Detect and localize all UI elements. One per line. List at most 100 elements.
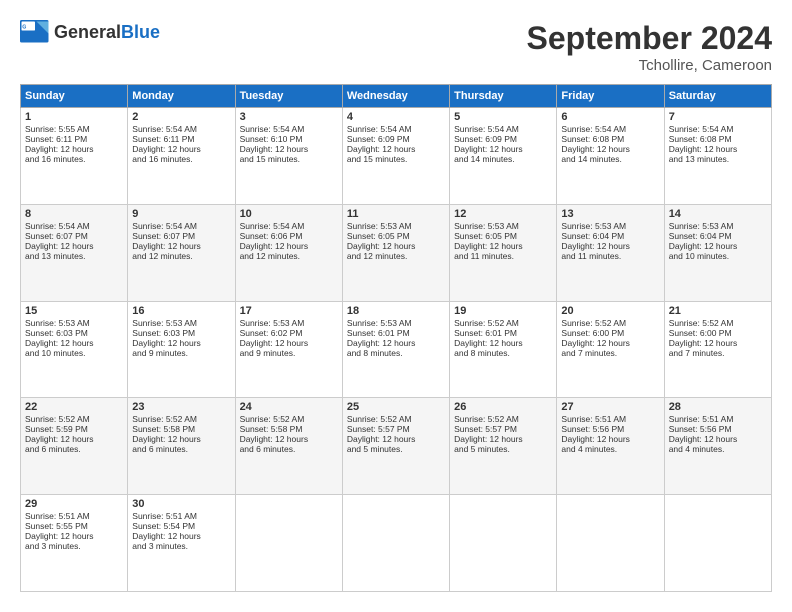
day-number: 9 — [132, 208, 230, 220]
day-info-line: Sunset: 6:10 PM — [240, 134, 338, 144]
day-number: 18 — [347, 305, 445, 317]
day-info-line: and 7 minutes. — [561, 348, 659, 358]
day-info-line: and 4 minutes. — [561, 444, 659, 454]
day-number: 16 — [132, 305, 230, 317]
day-info-line: Sunset: 6:02 PM — [240, 328, 338, 338]
day-info-line: Sunset: 6:06 PM — [240, 231, 338, 241]
day-info-line: and 5 minutes. — [454, 444, 552, 454]
day-header-saturday: Saturday — [664, 85, 771, 108]
day-info-line: Sunset: 6:00 PM — [669, 328, 767, 338]
day-info-line: Daylight: 12 hours — [347, 434, 445, 444]
logo-text: GeneralBlue — [54, 22, 160, 43]
day-info-line: Sunset: 6:05 PM — [454, 231, 552, 241]
day-info-line: Daylight: 12 hours — [25, 144, 123, 154]
day-info-line: Sunrise: 5:52 AM — [561, 318, 659, 328]
day-info-line: and 8 minutes. — [347, 348, 445, 358]
calendar-cell: 21Sunrise: 5:52 AMSunset: 6:00 PMDayligh… — [664, 301, 771, 398]
day-number: 17 — [240, 305, 338, 317]
day-info-line: and 6 minutes. — [132, 444, 230, 454]
logo-icon: G — [20, 20, 50, 44]
calendar-cell: 19Sunrise: 5:52 AMSunset: 6:01 PMDayligh… — [450, 301, 557, 398]
day-info-line: Daylight: 12 hours — [25, 241, 123, 251]
calendar-cell — [342, 495, 449, 592]
day-info-line: Daylight: 12 hours — [25, 531, 123, 541]
calendar-cell — [450, 495, 557, 592]
day-info-line: Daylight: 12 hours — [561, 338, 659, 348]
svg-text:G: G — [22, 24, 26, 30]
day-info-line: Sunrise: 5:51 AM — [132, 511, 230, 521]
day-info-line: Sunset: 6:00 PM — [561, 328, 659, 338]
day-header-wednesday: Wednesday — [342, 85, 449, 108]
day-info-line: Sunrise: 5:52 AM — [669, 318, 767, 328]
calendar-cell: 8Sunrise: 5:54 AMSunset: 6:07 PMDaylight… — [21, 204, 128, 301]
day-info-line: Sunrise: 5:53 AM — [454, 221, 552, 231]
day-number: 8 — [25, 208, 123, 220]
day-info-line: Sunset: 6:01 PM — [347, 328, 445, 338]
day-info-line: Sunrise: 5:53 AM — [25, 318, 123, 328]
day-info-line: Sunset: 6:01 PM — [454, 328, 552, 338]
day-info-line: Sunset: 6:11 PM — [132, 134, 230, 144]
logo-blue: Blue — [121, 22, 160, 42]
day-info-line: Daylight: 12 hours — [454, 434, 552, 444]
calendar-cell: 10Sunrise: 5:54 AMSunset: 6:06 PMDayligh… — [235, 204, 342, 301]
header: G GeneralBlue September 2024 Tchollire, … — [20, 20, 772, 74]
calendar-cell: 6Sunrise: 5:54 AMSunset: 6:08 PMDaylight… — [557, 108, 664, 205]
day-number: 20 — [561, 305, 659, 317]
day-header-monday: Monday — [128, 85, 235, 108]
day-info-line: Daylight: 12 hours — [25, 338, 123, 348]
calendar-cell: 30Sunrise: 5:51 AMSunset: 5:54 PMDayligh… — [128, 495, 235, 592]
day-number: 29 — [25, 498, 123, 510]
day-info-line: Sunrise: 5:51 AM — [669, 414, 767, 424]
calendar-cell: 11Sunrise: 5:53 AMSunset: 6:05 PMDayligh… — [342, 204, 449, 301]
day-info-line: Sunrise: 5:52 AM — [454, 318, 552, 328]
day-info-line: Sunrise: 5:54 AM — [347, 124, 445, 134]
calendar-cell: 24Sunrise: 5:52 AMSunset: 5:58 PMDayligh… — [235, 398, 342, 495]
day-info-line: Daylight: 12 hours — [240, 144, 338, 154]
day-info-line: Daylight: 12 hours — [240, 434, 338, 444]
day-info-line: and 7 minutes. — [669, 348, 767, 358]
day-info-line: Sunset: 6:09 PM — [347, 134, 445, 144]
day-info-line: and 10 minutes. — [669, 251, 767, 261]
calendar-cell: 14Sunrise: 5:53 AMSunset: 6:04 PMDayligh… — [664, 204, 771, 301]
day-number: 6 — [561, 111, 659, 123]
calendar-cell — [557, 495, 664, 592]
day-info-line: Sunrise: 5:53 AM — [132, 318, 230, 328]
day-info-line: Sunrise: 5:54 AM — [240, 124, 338, 134]
day-info-line: Daylight: 12 hours — [132, 144, 230, 154]
day-info-line: Sunset: 6:04 PM — [669, 231, 767, 241]
calendar-cell: 12Sunrise: 5:53 AMSunset: 6:05 PMDayligh… — [450, 204, 557, 301]
calendar-cell: 22Sunrise: 5:52 AMSunset: 5:59 PMDayligh… — [21, 398, 128, 495]
day-info-line: Sunrise: 5:54 AM — [669, 124, 767, 134]
day-number: 22 — [25, 401, 123, 413]
calendar-cell: 20Sunrise: 5:52 AMSunset: 6:00 PMDayligh… — [557, 301, 664, 398]
day-info-line: Daylight: 12 hours — [347, 241, 445, 251]
day-number: 7 — [669, 111, 767, 123]
month-title: September 2024 — [527, 20, 772, 57]
day-number: 27 — [561, 401, 659, 413]
day-info-line: Sunrise: 5:53 AM — [561, 221, 659, 231]
day-info-line: Sunset: 5:59 PM — [25, 424, 123, 434]
day-info-line: Sunrise: 5:52 AM — [347, 414, 445, 424]
day-info-line: and 9 minutes. — [240, 348, 338, 358]
day-info-line: Sunset: 5:56 PM — [561, 424, 659, 434]
day-info-line: and 14 minutes. — [561, 154, 659, 164]
day-info-line: Sunrise: 5:52 AM — [454, 414, 552, 424]
day-info-line: Daylight: 12 hours — [454, 241, 552, 251]
day-info-line: Sunset: 6:09 PM — [454, 134, 552, 144]
day-info-line: and 15 minutes. — [347, 154, 445, 164]
day-info-line: Daylight: 12 hours — [132, 531, 230, 541]
day-number: 25 — [347, 401, 445, 413]
day-number: 3 — [240, 111, 338, 123]
day-number: 23 — [132, 401, 230, 413]
day-info-line: Sunrise: 5:54 AM — [132, 124, 230, 134]
day-info-line: Sunrise: 5:53 AM — [669, 221, 767, 231]
day-number: 5 — [454, 111, 552, 123]
day-info-line: and 12 minutes. — [347, 251, 445, 261]
day-info-line: Daylight: 12 hours — [561, 144, 659, 154]
day-info-line: Daylight: 12 hours — [561, 434, 659, 444]
day-info-line: and 10 minutes. — [25, 348, 123, 358]
day-info-line: and 12 minutes. — [240, 251, 338, 261]
calendar-week-2: 15Sunrise: 5:53 AMSunset: 6:03 PMDayligh… — [21, 301, 772, 398]
calendar-cell: 7Sunrise: 5:54 AMSunset: 6:08 PMDaylight… — [664, 108, 771, 205]
day-info-line: Sunset: 5:57 PM — [454, 424, 552, 434]
